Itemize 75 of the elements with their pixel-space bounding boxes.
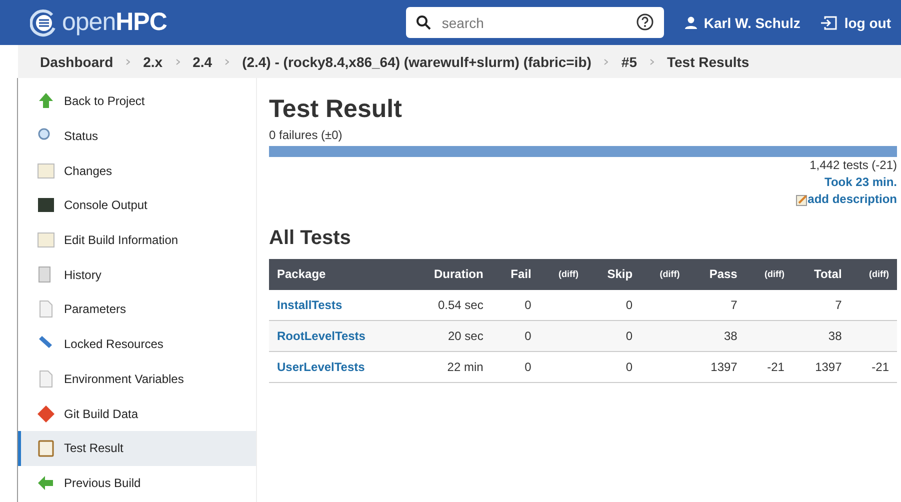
table-cell: 0 (524, 328, 532, 342)
sidebar-item[interactable]: History (18, 257, 256, 292)
sidebar-item[interactable]: Test Result (18, 430, 256, 466)
breadcrumb-link[interactable]: Test Results (667, 54, 750, 70)
table-cell: 0 (626, 328, 633, 342)
sidebar-item[interactable]: Edit Build Information (18, 222, 256, 258)
sidebar-item[interactable]: Locked Resources (18, 326, 256, 362)
table-cell: 7 (730, 298, 738, 312)
sidebar-icon (37, 439, 55, 458)
user-link[interactable]: Karl W. Schulz (684, 14, 800, 30)
sidebar-icon (37, 300, 55, 318)
logout-icon (820, 14, 838, 30)
sidebar-item[interactable]: Console Output (18, 188, 256, 223)
chevron-icon (176, 58, 180, 64)
tests-count: 1,442 tests (-21) (810, 158, 897, 172)
sidebar-icon (37, 370, 55, 388)
column-header: Duration (406, 258, 492, 290)
user-icon (684, 16, 698, 30)
breadcrumb-link[interactable]: #5 (621, 54, 637, 70)
sidebar-icon (37, 92, 55, 110)
breadcrumb-link[interactable]: Dashboard (40, 54, 114, 70)
table-cell: 0 (626, 360, 633, 374)
column-header: (diff) (745, 258, 792, 290)
sidebar-item[interactable]: Status (18, 118, 256, 154)
table-cell: -21 (872, 360, 889, 374)
table-cell: 0 (524, 360, 532, 374)
table-cell: 38 (724, 328, 738, 342)
sidebar-item[interactable]: Previous Build (18, 466, 256, 500)
chevron-icon (650, 58, 654, 64)
column-header: Total (792, 258, 850, 290)
table-cell: -21 (767, 360, 784, 374)
logo-icon (30, 8, 58, 36)
column-header: Package (269, 258, 406, 290)
package-link[interactable]: InstallTests (277, 298, 342, 312)
edit-icon (796, 194, 808, 206)
chevron-icon (126, 58, 130, 64)
table-cell: 1397 (710, 360, 738, 374)
add-description-link[interactable]: add description (796, 191, 897, 208)
table-cell: 0 (626, 298, 633, 312)
table-cell: 7 (835, 298, 842, 312)
sidebar-icon (37, 231, 55, 250)
table-cell: 1397 (815, 360, 842, 374)
table-cell: 0 (524, 298, 532, 312)
failures-summary: 0 failures (±0) (269, 128, 344, 142)
page-title: Test Result (269, 94, 403, 125)
sidebar-item[interactable]: Environment Variables (18, 362, 256, 396)
help-icon[interactable] (636, 13, 654, 31)
logo-text: openHPC (62, 8, 167, 37)
column-header: Pass (688, 258, 746, 290)
section-title: All Tests (269, 226, 352, 250)
table-cell: 22 min (447, 360, 484, 374)
search-field[interactable]: search (406, 7, 664, 38)
sidebar-icon (37, 162, 55, 180)
package-link[interactable]: UserLevelTests (277, 360, 365, 374)
sidebar-icon (37, 474, 55, 492)
sidebar-item[interactable]: Git Build Data (18, 396, 256, 431)
sidebar-icon (37, 196, 55, 214)
logout-link[interactable]: log out (820, 14, 891, 30)
breadcrumb-link[interactable]: (2.4) - (rocky8.4,x86_64) (warewulf+slurm) (fabric=ib) (242, 54, 592, 70)
breadcrumb-link[interactable]: 2.x (143, 54, 163, 70)
column-header: (diff) (850, 258, 897, 290)
column-header: (diff) (640, 258, 688, 290)
sidebar-item[interactable]: Back to Project (18, 84, 256, 119)
table-cell: 38 (828, 328, 842, 342)
table-cell: 20 sec (448, 328, 484, 342)
chevron-icon (225, 58, 230, 64)
sidebar-item[interactable]: Changes (18, 153, 256, 188)
column-header: (diff) (539, 258, 586, 290)
table-cell: 0.54 sec (438, 298, 484, 312)
duration-link[interactable]: Took 23 min. (824, 175, 897, 189)
chevron-icon (604, 58, 608, 64)
column-header: Fail (491, 258, 540, 290)
column-header: Skip (586, 258, 641, 290)
sidebar-item[interactable]: Parameters (18, 292, 256, 327)
breadcrumb-link[interactable]: 2.4 (192, 54, 212, 70)
